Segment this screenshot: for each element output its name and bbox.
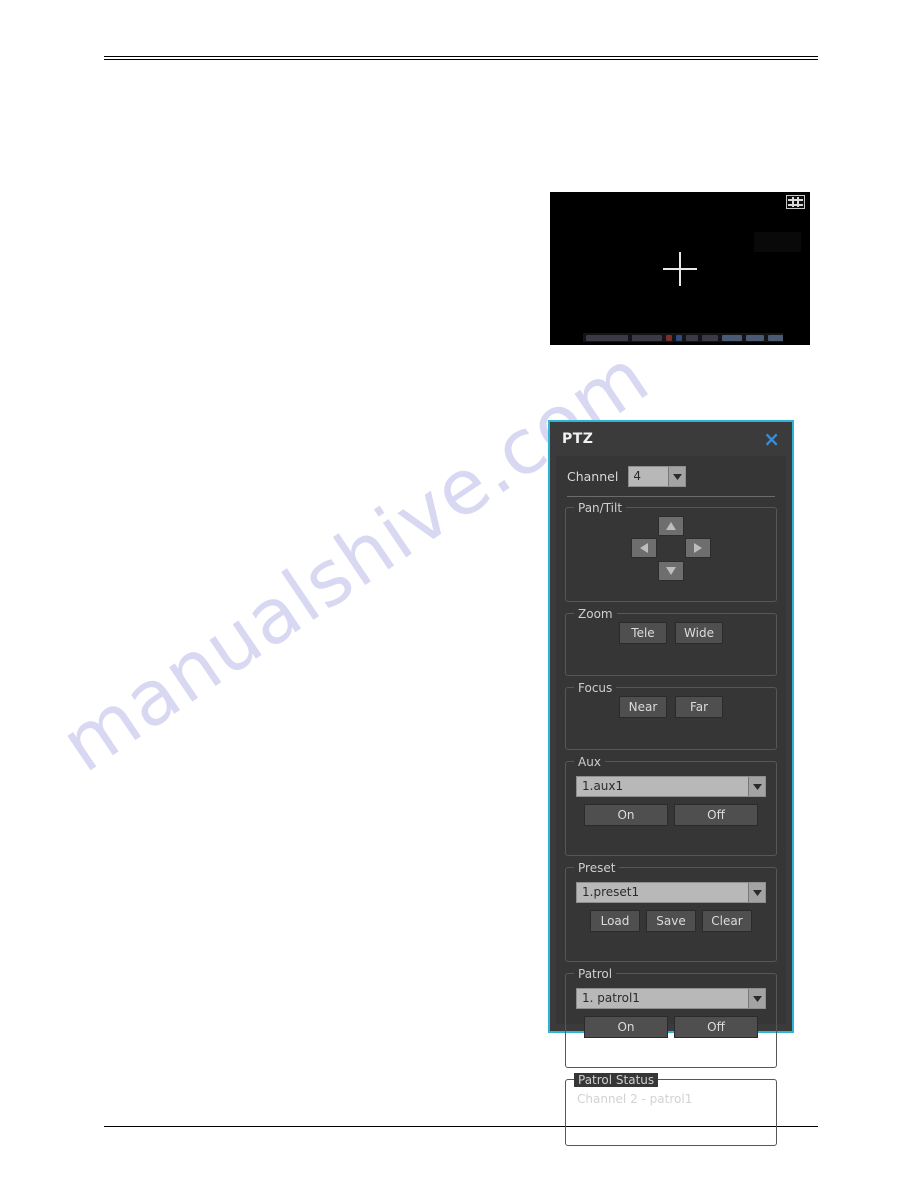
preset-group: Preset 1.preset1 Load Save Clear xyxy=(565,861,777,962)
aux-selected-value: 1.aux1 xyxy=(582,779,624,793)
ptz-dialog: PTZ × Channel 4 Pan/Tilt Zoom Tele Wide … xyxy=(548,420,794,1146)
patrol-on-button[interactable]: On xyxy=(584,1016,668,1038)
aux-group-title: Aux xyxy=(574,755,605,769)
zoom-group: Zoom Tele Wide xyxy=(565,607,777,676)
pan-tilt-group-title: Pan/Tilt xyxy=(574,501,627,515)
preset-save-button[interactable]: Save xyxy=(646,910,696,932)
patrol-status-group-title: Patrol Status xyxy=(574,1073,659,1087)
patrol-off-button[interactable]: Off xyxy=(674,1016,758,1038)
chevron-down-icon[interactable] xyxy=(668,467,686,486)
chevron-down-icon[interactable] xyxy=(748,989,765,1008)
zoom-wide-button[interactable]: Wide xyxy=(675,622,723,644)
patrol-selected-value: 1. patrol1 xyxy=(582,991,640,1005)
pan-tilt-dpad xyxy=(574,514,768,586)
crosshair-icon xyxy=(663,251,697,286)
patrol-status-value: Channel 2 - patrol1 xyxy=(577,1092,693,1106)
patrol-select[interactable]: 1. patrol1 xyxy=(576,988,766,1009)
patrol-group-title: Patrol xyxy=(574,967,617,981)
focus-group: Focus Near Far xyxy=(565,681,777,750)
pan-tilt-down-button[interactable] xyxy=(658,561,684,581)
preset-select[interactable]: 1.preset1 xyxy=(576,882,766,903)
ptz-dialog-titlebar[interactable]: PTZ × xyxy=(550,422,792,456)
patrol-group: Patrol 1. patrol1 On Off xyxy=(565,967,777,1068)
ptz-dialog-body: Channel 4 Pan/Tilt Zoom Tele Wide Focus … xyxy=(556,456,786,1146)
ptz-divider xyxy=(567,496,775,497)
page-header-rule xyxy=(104,56,818,60)
focus-group-title: Focus xyxy=(574,681,617,695)
channel-selected-value: 4 xyxy=(633,469,641,483)
preset-selected-value: 1.preset1 xyxy=(582,885,640,899)
grid-layout-icon[interactable] xyxy=(786,195,805,209)
aux-group: Aux 1.aux1 On Off xyxy=(565,755,777,856)
channel-label: Channel xyxy=(567,469,619,484)
video-osd-toolbar xyxy=(583,333,783,342)
close-icon[interactable]: × xyxy=(761,429,782,449)
patrol-status-group: Patrol Status Channel 2 - patrol1 xyxy=(565,1073,777,1146)
focus-near-button[interactable]: Near xyxy=(619,696,667,718)
aux-off-button[interactable]: Off xyxy=(674,804,758,826)
chevron-down-icon[interactable] xyxy=(748,883,765,902)
preset-load-button[interactable]: Load xyxy=(590,910,640,932)
video-dark-patch xyxy=(754,232,801,252)
channel-row: Channel 4 xyxy=(565,464,777,496)
camera-live-view[interactable] xyxy=(550,192,810,345)
ptz-dialog-title: PTZ xyxy=(562,431,594,447)
focus-far-button[interactable]: Far xyxy=(675,696,723,718)
pan-tilt-right-button[interactable] xyxy=(685,538,711,558)
channel-select[interactable]: 4 xyxy=(628,466,687,487)
zoom-tele-button[interactable]: Tele xyxy=(619,622,667,644)
preset-group-title: Preset xyxy=(574,861,620,875)
pan-tilt-group: Pan/Tilt xyxy=(565,501,777,602)
chevron-down-icon[interactable] xyxy=(748,777,765,796)
zoom-group-title: Zoom xyxy=(574,607,617,621)
preset-clear-button[interactable]: Clear xyxy=(702,910,752,932)
pan-tilt-left-button[interactable] xyxy=(631,538,657,558)
pan-tilt-up-button[interactable] xyxy=(658,516,684,536)
aux-on-button[interactable]: On xyxy=(584,804,668,826)
aux-select[interactable]: 1.aux1 xyxy=(576,776,766,797)
